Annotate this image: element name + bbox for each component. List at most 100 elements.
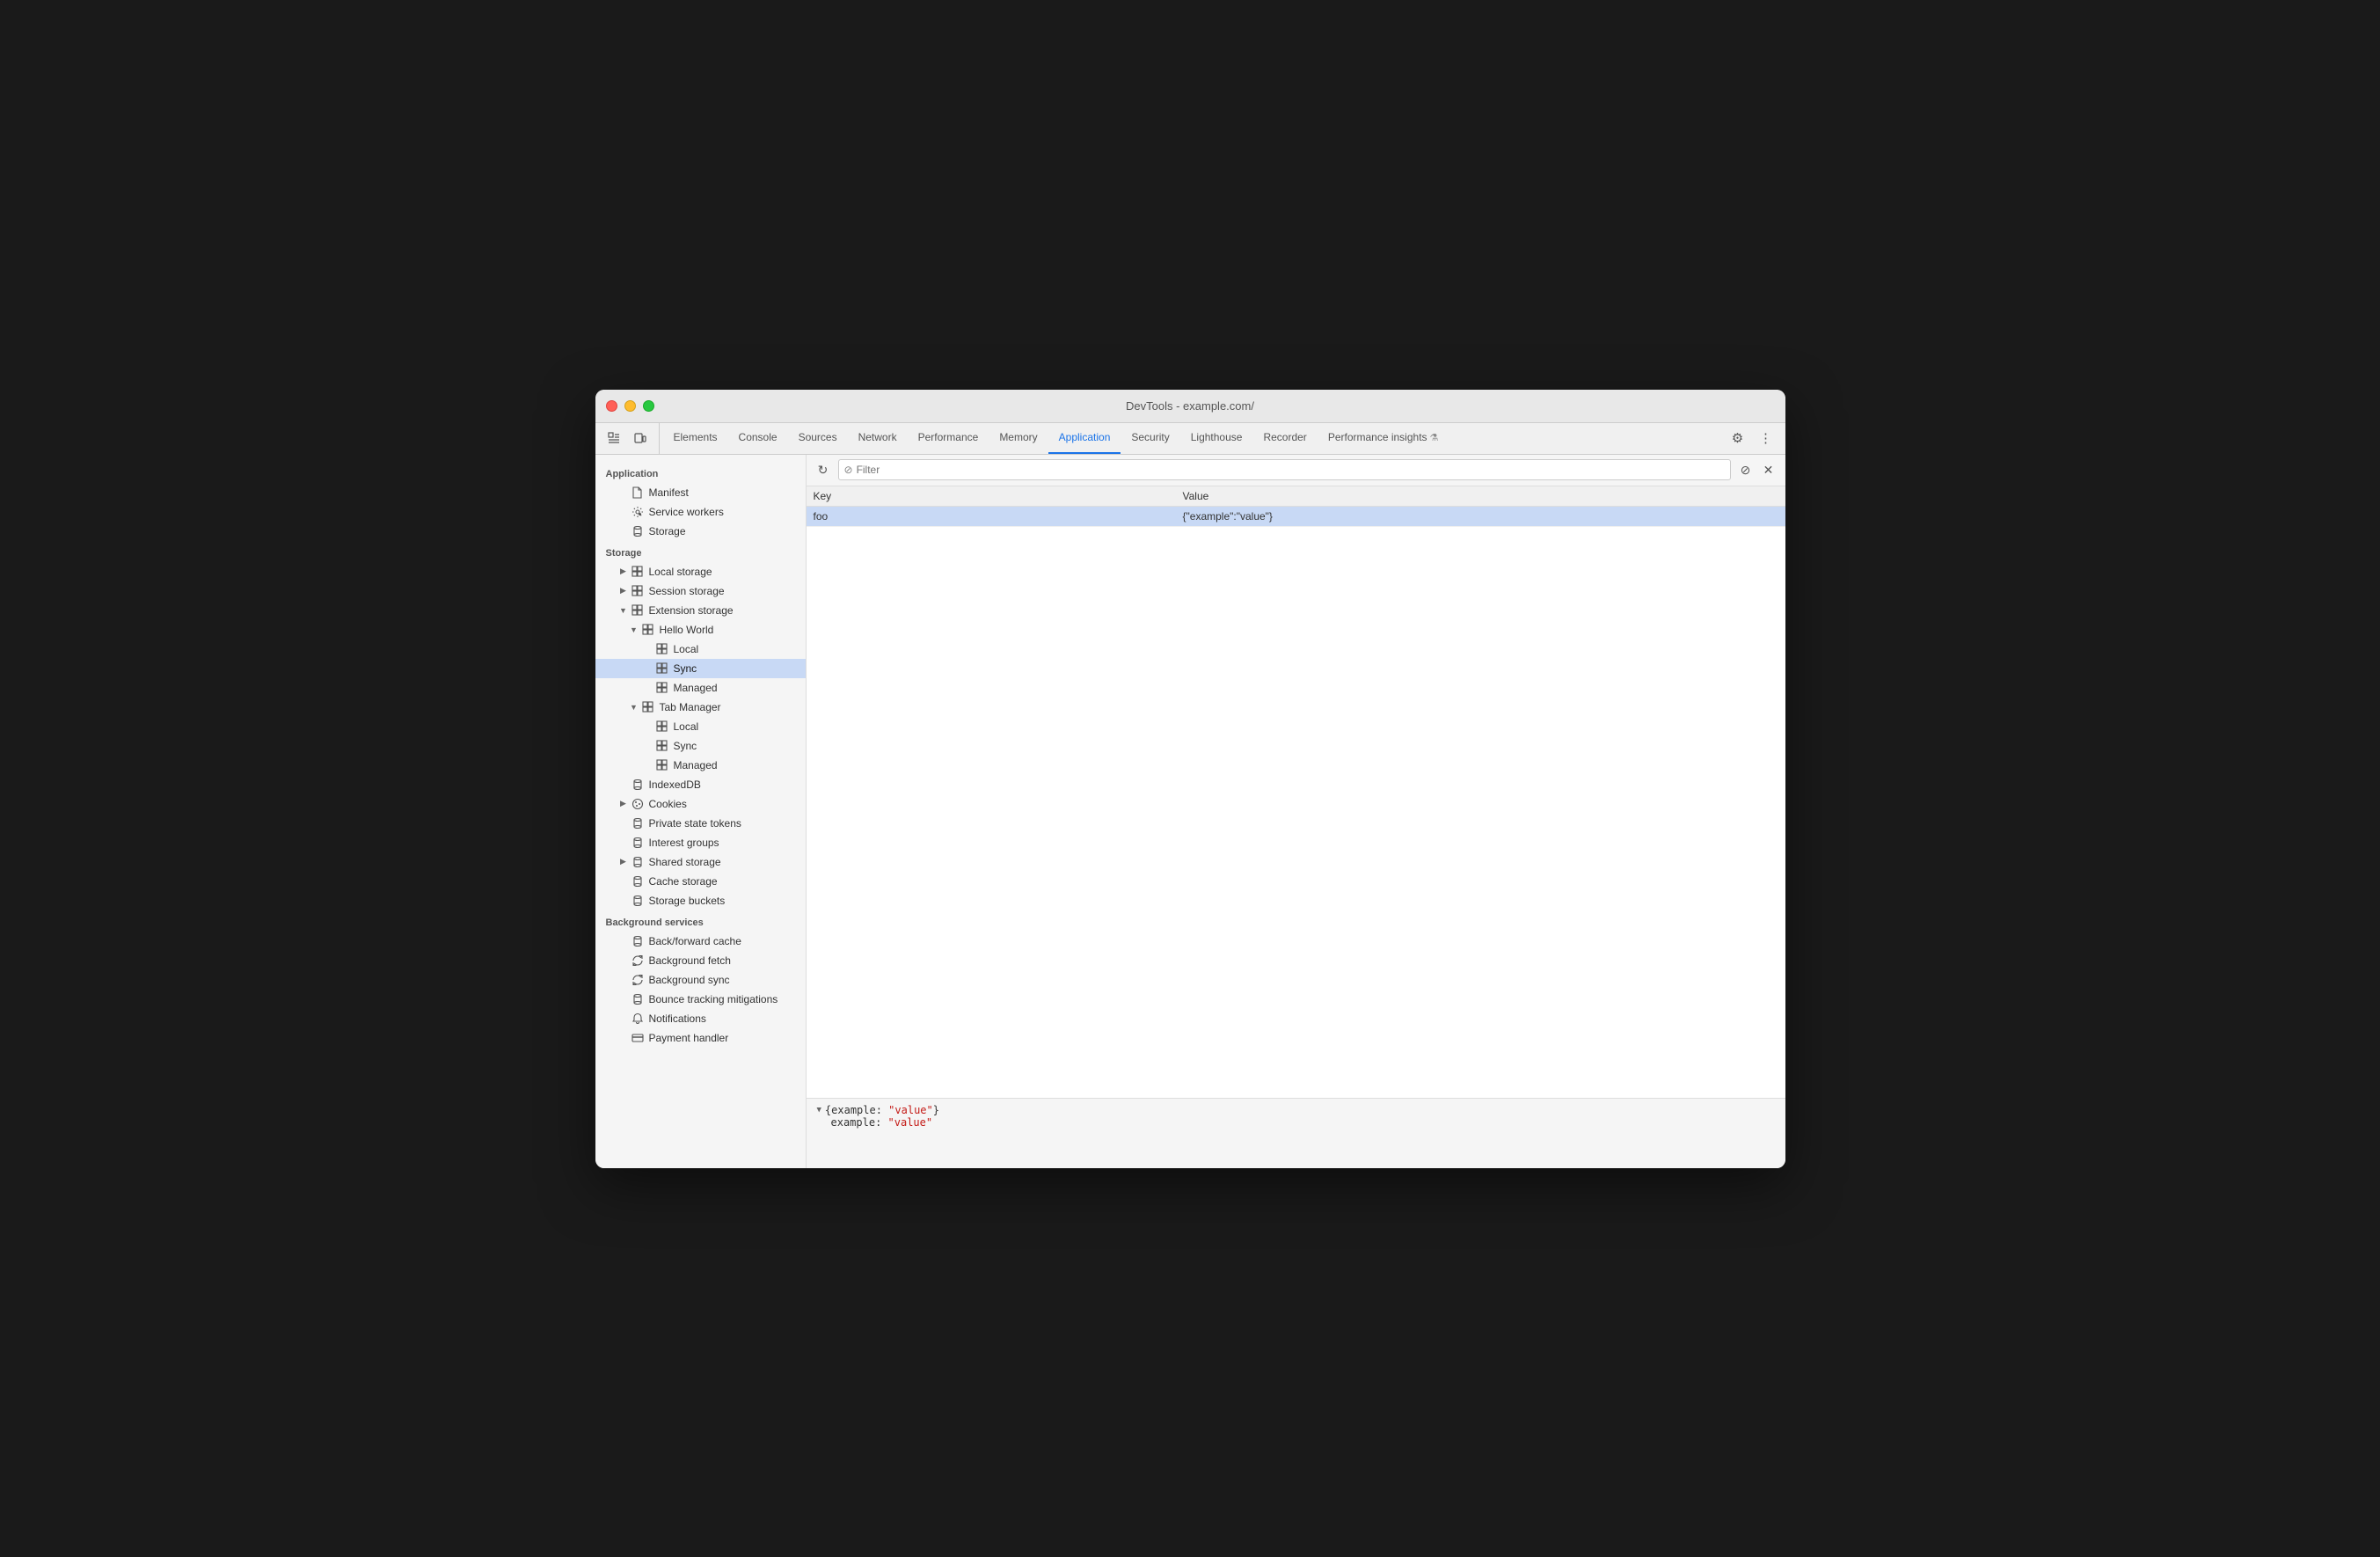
minimize-button[interactable]	[624, 400, 636, 412]
tab-console[interactable]: Console	[728, 423, 788, 454]
tab-network[interactable]: Network	[848, 423, 908, 454]
sidebar-item-hello-world-managed[interactable]: Managed	[595, 678, 806, 698]
interest-groups-label: Interest groups	[649, 837, 719, 849]
sidebar-item-storage[interactable]: Storage	[595, 522, 806, 541]
expand-none-icon	[641, 642, 655, 656]
filter-input[interactable]	[857, 464, 1725, 476]
extension-storage-label: Extension storage	[649, 604, 734, 617]
table-row[interactable]: foo {"example":"value"}	[807, 506, 1785, 526]
cylinder-icon	[631, 874, 645, 888]
backforward-cache-label: Back/forward cache	[649, 935, 741, 947]
sidebar-item-session-storage[interactable]: ▶ Session storage	[595, 581, 806, 601]
tab-memory[interactable]: Memory	[989, 423, 1048, 454]
expand-none-icon	[617, 874, 631, 888]
main-content: Application Manifest	[595, 455, 1785, 1168]
tabs-bar-right: ⚙ ⋮	[1726, 423, 1785, 454]
bounce-tracking-label: Bounce tracking mitigations	[649, 993, 778, 1005]
sidebar-item-extension-storage[interactable]: ▼ Extension storage	[595, 601, 806, 620]
sidebar-item-hello-world[interactable]: ▼ Hello World	[595, 620, 806, 640]
refresh-button[interactable]: ↻	[814, 460, 833, 479]
hello-world-label: Hello World	[660, 624, 714, 636]
tab-performance-insights[interactable]: Performance insights ⚗	[1318, 423, 1449, 454]
collapsed-icon: ▶	[617, 797, 631, 811]
sidebar-item-notifications[interactable]: Notifications	[595, 1009, 806, 1028]
cylinder-icon	[631, 992, 645, 1006]
sidebar-item-manifest[interactable]: Manifest	[595, 483, 806, 502]
sidebar-item-payment-handler[interactable]: Payment handler	[595, 1028, 806, 1048]
gear-icon	[631, 505, 645, 519]
filter-bar: ↻ ⊘ ⊘ ✕	[807, 455, 1785, 486]
expand-none-icon	[617, 894, 631, 908]
expand-none-icon	[617, 778, 631, 792]
traffic-lights	[606, 400, 654, 412]
cylinder-icon	[631, 894, 645, 908]
sidebar-item-storage-buckets[interactable]: Storage buckets	[595, 891, 806, 910]
sidebar-item-cache-storage[interactable]: Cache storage	[595, 872, 806, 891]
expand-none-icon	[617, 486, 631, 500]
more-options-icon[interactable]: ⋮	[1754, 426, 1778, 450]
sidebar-item-tab-manager[interactable]: ▼ Tab Manager	[595, 698, 806, 717]
sidebar-item-indexeddb[interactable]: IndexedDB	[595, 775, 806, 794]
sidebar-item-shared-storage[interactable]: ▶ Shared storage	[595, 852, 806, 872]
json-tree: ▼ {example: "value"}	[817, 1104, 1775, 1116]
json-key-example: example:	[831, 1116, 888, 1129]
tab-sources[interactable]: Sources	[788, 423, 848, 454]
collapsed-icon: ▶	[617, 855, 631, 869]
grid-icon	[655, 642, 669, 656]
grid-icon	[631, 584, 645, 598]
sidebar-item-backforward-cache[interactable]: Back/forward cache	[595, 932, 806, 951]
cylinder-icon	[631, 778, 645, 792]
grid-icon	[631, 603, 645, 618]
sidebar-item-service-workers[interactable]: Service workers	[595, 502, 806, 522]
sidebar-item-tab-manager-local[interactable]: Local	[595, 717, 806, 736]
clear-filter-button[interactable]: ⊘	[1736, 460, 1756, 479]
tab-application[interactable]: Application	[1048, 423, 1121, 454]
expand-none-icon	[617, 992, 631, 1006]
sidebar-item-hello-world-sync[interactable]: Sync	[595, 659, 806, 678]
payment-icon	[631, 1031, 645, 1045]
sidebar-item-background-sync[interactable]: Background sync	[595, 970, 806, 990]
sidebar-item-private-state-tokens[interactable]: Private state tokens	[595, 814, 806, 833]
expanded-icon: ▼	[617, 603, 631, 618]
settings-icon[interactable]: ⚙	[1726, 426, 1750, 450]
close-filter-button[interactable]: ✕	[1759, 460, 1778, 479]
grid-icon	[655, 758, 669, 772]
tab-performance[interactable]: Performance	[908, 423, 989, 454]
grid-icon	[641, 623, 655, 637]
grid-icon	[631, 565, 645, 579]
sidebar-item-hello-world-local[interactable]: Local	[595, 640, 806, 659]
sidebar-item-local-storage[interactable]: ▶ Local storage	[595, 562, 806, 581]
sidebar-item-background-fetch[interactable]: Background fetch	[595, 951, 806, 970]
table-cell-key: foo	[807, 506, 1176, 526]
sync-icon	[631, 973, 645, 987]
sidebar-item-cookies[interactable]: ▶ Cookies	[595, 794, 806, 814]
cylinder-icon	[631, 816, 645, 830]
close-button[interactable]	[606, 400, 617, 412]
filter-actions: ⊘ ✕	[1736, 460, 1778, 479]
maximize-button[interactable]	[643, 400, 654, 412]
tab-elements[interactable]: Elements	[663, 423, 728, 454]
service-workers-label: Service workers	[649, 506, 724, 518]
tab-security[interactable]: Security	[1121, 423, 1179, 454]
title-bar: DevTools - example.com/	[595, 390, 1785, 423]
expand-none-icon	[617, 934, 631, 948]
cylinder-icon	[631, 934, 645, 948]
sidebar-item-tab-manager-sync[interactable]: Sync	[595, 736, 806, 756]
sidebar-item-tab-manager-managed[interactable]: Managed	[595, 756, 806, 775]
tab-recorder[interactable]: Recorder	[1252, 423, 1317, 454]
tab-lighthouse[interactable]: Lighthouse	[1180, 423, 1253, 454]
expanded-icon: ▼	[627, 700, 641, 714]
window-title: DevTools - example.com/	[1126, 399, 1254, 413]
device-icon[interactable]	[629, 427, 652, 450]
tabs-bar: Elements Console Sources Network Perform…	[595, 423, 1785, 455]
inspect-icon[interactable]	[602, 427, 625, 450]
session-storage-label: Session storage	[649, 585, 725, 597]
file-icon	[631, 486, 645, 500]
expand-none-icon	[617, 836, 631, 850]
collapsed-icon: ▶	[617, 584, 631, 598]
sync-icon	[631, 954, 645, 968]
sidebar-item-bounce-tracking[interactable]: Bounce tracking mitigations	[595, 990, 806, 1009]
sidebar-item-interest-groups[interactable]: Interest groups	[595, 833, 806, 852]
expand-none-icon	[641, 739, 655, 753]
expand-none-icon	[617, 973, 631, 987]
